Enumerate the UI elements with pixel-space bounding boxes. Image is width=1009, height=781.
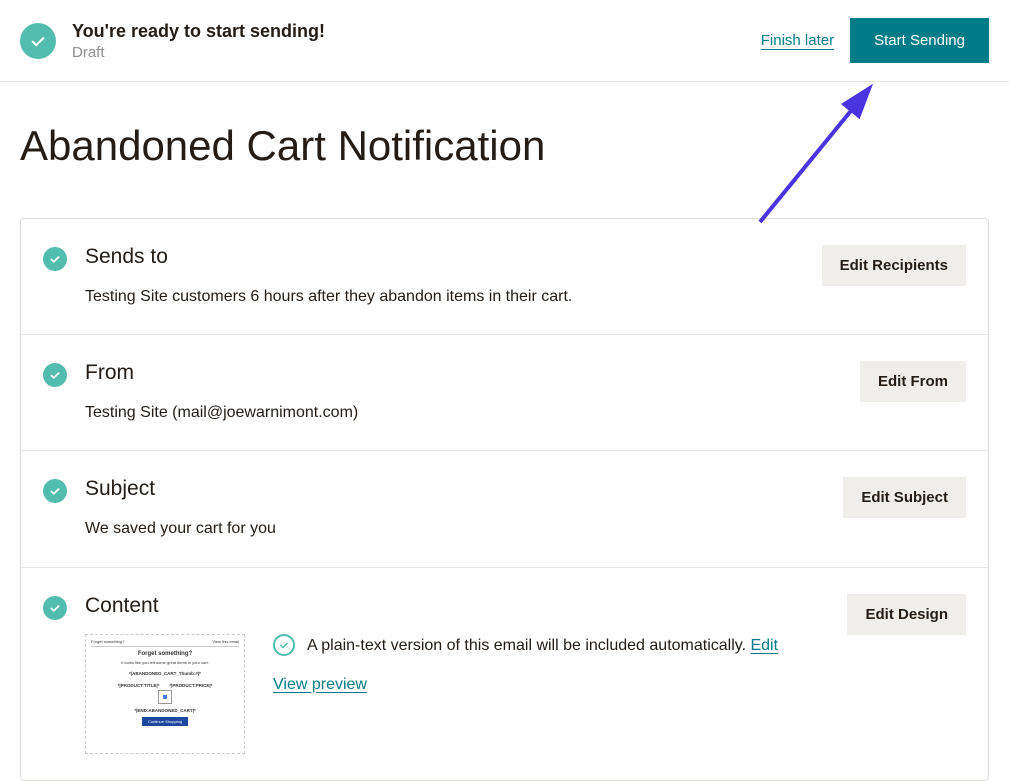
from-text: Testing Site (mail@joewarnimont.com) [85, 401, 842, 424]
edit-subject-button[interactable]: Edit Subject [843, 477, 966, 518]
sends-to-text: Testing Site customers 6 hours after the… [85, 285, 804, 308]
check-outline-icon [273, 634, 295, 656]
check-icon [43, 596, 67, 620]
header-status: Draft [72, 44, 745, 61]
from-heading: From [85, 361, 842, 385]
edit-recipients-button[interactable]: Edit Recipients [822, 245, 966, 286]
page-title: Abandoned Cart Notification [0, 82, 1009, 218]
subject-text: We saved your cart for you [85, 517, 825, 540]
sends-to-heading: Sends to [85, 245, 804, 269]
check-icon [43, 479, 67, 503]
header-title: You're ready to start sending! [72, 21, 745, 42]
edit-plaintext-link[interactable]: Edit [750, 637, 778, 654]
status-check-icon [20, 23, 56, 59]
campaign-summary-card: Sends to Testing Site customers 6 hours … [20, 218, 989, 781]
start-sending-button[interactable]: Start Sending [850, 18, 989, 63]
email-preview-thumbnail[interactable]: Forget something?View this email Forget … [85, 634, 245, 754]
edit-from-button[interactable]: Edit From [860, 361, 966, 402]
check-icon [43, 247, 67, 271]
content-heading: Content [85, 594, 829, 618]
plaintext-notice: A plain-text version of this email will … [307, 634, 778, 658]
header-text-block: You're ready to start sending! Draft [72, 21, 745, 61]
view-preview-link[interactable]: View preview [273, 676, 367, 694]
edit-design-button[interactable]: Edit Design [847, 594, 966, 635]
subject-heading: Subject [85, 477, 825, 501]
check-icon [43, 363, 67, 387]
finish-later-link[interactable]: Finish later [761, 32, 834, 49]
